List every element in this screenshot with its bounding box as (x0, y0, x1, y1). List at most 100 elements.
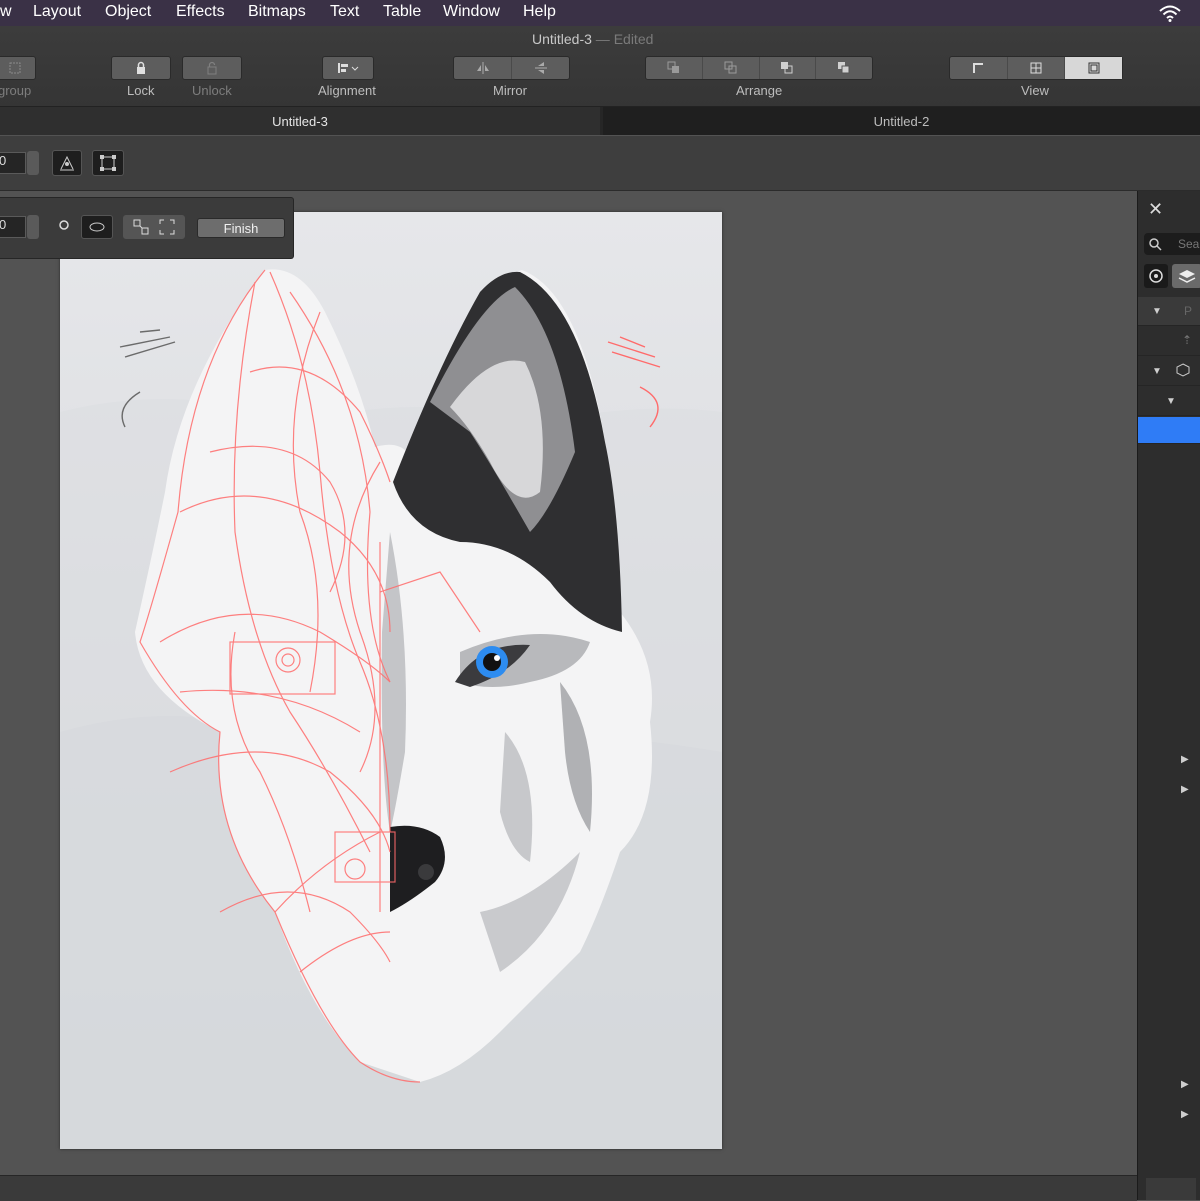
expand-arrow-icon[interactable]: ▼ (1152, 366, 1162, 377)
send-backward-icon (781, 62, 793, 74)
collapse-arrow-icon[interactable]: ▶ (1181, 784, 1189, 795)
layer-cube-icon (1176, 363, 1190, 377)
visibility-toggle[interactable] (1144, 264, 1168, 288)
bring-forward-icon (724, 61, 737, 74)
menu-view[interactable]: w (0, 3, 12, 21)
alignment-icon (338, 63, 359, 73)
bring-to-front-icon (667, 61, 679, 73)
objects-panel: ✕ Sea ▼ P ⇡ ▼ ▼ ▶ ▶ ▶ ▶ (1137, 191, 1200, 1200)
menu-bar: w Layout Object Effects Bitmaps Text Tab… (0, 0, 1200, 26)
tab-label: Untitled-3 (272, 113, 328, 129)
menu-bitmaps[interactable]: Bitmaps (248, 3, 306, 21)
send-to-back-icon (838, 62, 850, 74)
selected-object-row[interactable] (1138, 417, 1200, 444)
lock-icon (137, 61, 145, 74)
wifi-icon[interactable] (1158, 4, 1182, 22)
document-title: Untitled-3 — Edited (532, 31, 653, 47)
unlock-button[interactable] (182, 56, 242, 80)
menu-layout[interactable]: Layout (33, 3, 81, 21)
node-value-stepper[interactable] (27, 215, 39, 239)
alignment-label: Alignment (318, 83, 376, 98)
node-value-field[interactable]: 0 (0, 216, 26, 238)
wolf-artwork (60, 269, 722, 1149)
send-backward-button[interactable] (760, 57, 817, 79)
search-input[interactable]: Sea (1144, 233, 1200, 255)
view-normal-icon (1088, 62, 1100, 74)
layers-icon (1178, 270, 1196, 283)
mirror-button-group (453, 56, 570, 80)
context-toolbar: 0 (0, 136, 1200, 191)
document-name: Untitled-3 (532, 31, 592, 47)
view-outline-icon (973, 63, 984, 73)
smooth-node-button[interactable] (81, 215, 113, 239)
status-bar (0, 1175, 1137, 1201)
document-tabs: Untitled-3 Untitled-2 (0, 107, 1200, 135)
search-icon (1149, 238, 1162, 251)
mirror-vertical-button[interactable] (512, 57, 569, 79)
edited-indicator: — Edited (591, 31, 654, 47)
collapse-arrow-icon[interactable]: ▶ (1181, 1109, 1189, 1120)
menu-effects[interactable]: Effects (176, 3, 225, 21)
send-to-back-button[interactable] (816, 57, 872, 79)
transform-box-button[interactable] (92, 150, 124, 176)
smooth-node-icon (89, 222, 105, 232)
view-label: View (1021, 83, 1049, 98)
tab-untitled-3[interactable]: Untitled-3 (0, 107, 600, 135)
expand-arrow-icon[interactable]: ▼ (1166, 396, 1176, 407)
menu-help[interactable]: Help (523, 3, 556, 21)
node-point-icon[interactable] (57, 218, 71, 232)
tab-label: Untitled-2 (873, 113, 930, 129)
menu-window[interactable]: Window (443, 3, 500, 21)
search-placeholder: Sea (1178, 237, 1200, 251)
bring-to-front-button[interactable] (646, 57, 703, 79)
collapse-arrow-icon[interactable]: ▶ (1181, 1079, 1189, 1090)
ungroup-icon (9, 62, 21, 74)
lock-button[interactable] (111, 56, 171, 80)
pin-icon: ⇡ (1182, 333, 1193, 347)
expand-arrow-icon[interactable]: ▼ (1152, 306, 1162, 317)
page-row[interactable]: ▼ P (1138, 297, 1200, 326)
view-outline-button[interactable] (950, 57, 1008, 79)
group-row[interactable]: ▼ (1138, 387, 1200, 416)
unlock-label: Unlock (192, 83, 232, 98)
node-edit-bar: 0 Finish (0, 197, 294, 259)
arrange-button-group (645, 56, 873, 80)
page-label: P (1184, 304, 1193, 318)
bring-forward-button[interactable] (703, 57, 760, 79)
mirror-vertical-icon (534, 62, 547, 74)
layers-toggle[interactable] (1172, 264, 1200, 288)
value-field[interactable]: 0 (0, 152, 26, 174)
finish-button[interactable]: Finish (197, 218, 285, 238)
view-grid-icon (1030, 62, 1042, 74)
view-normal-button[interactable] (1065, 57, 1123, 79)
break-nodes-icon[interactable] (158, 218, 176, 236)
mirror-horizontal-icon (476, 62, 489, 74)
artboard[interactable] (60, 212, 722, 1149)
toolbar: Untitled-3 — Edited group Lock Unlock Al… (0, 26, 1200, 107)
lock-label: Lock (127, 83, 155, 98)
close-icon[interactable]: ✕ (1148, 199, 1163, 220)
menu-text[interactable]: Text (330, 3, 359, 21)
ungroup-label: group (0, 83, 32, 98)
join-nodes-icon[interactable] (132, 218, 150, 236)
tab-untitled-2[interactable]: Untitled-2 (603, 107, 1200, 135)
panel-footer (1146, 1178, 1196, 1200)
ungroup-button[interactable] (0, 56, 36, 80)
collapse-arrow-icon[interactable]: ▶ (1181, 754, 1189, 765)
view-button-group (949, 56, 1123, 80)
arrange-label: Arrange (736, 83, 783, 98)
guides-row[interactable]: ⇡ (1138, 327, 1200, 356)
bounding-box-icon (100, 155, 116, 171)
layer-row[interactable]: ▼ (1138, 357, 1200, 386)
edit-path-button[interactable] (52, 150, 82, 176)
unlock-icon (207, 61, 217, 75)
node-type-buttons (123, 215, 185, 239)
view-grid-button[interactable] (1008, 57, 1066, 79)
value-stepper[interactable] (27, 151, 39, 175)
pen-path-icon (60, 155, 74, 171)
alignment-button[interactable] (322, 56, 374, 80)
eye-icon (1149, 269, 1163, 283)
menu-object[interactable]: Object (105, 3, 151, 21)
menu-table[interactable]: Table (383, 3, 421, 21)
mirror-horizontal-button[interactable] (454, 57, 512, 79)
